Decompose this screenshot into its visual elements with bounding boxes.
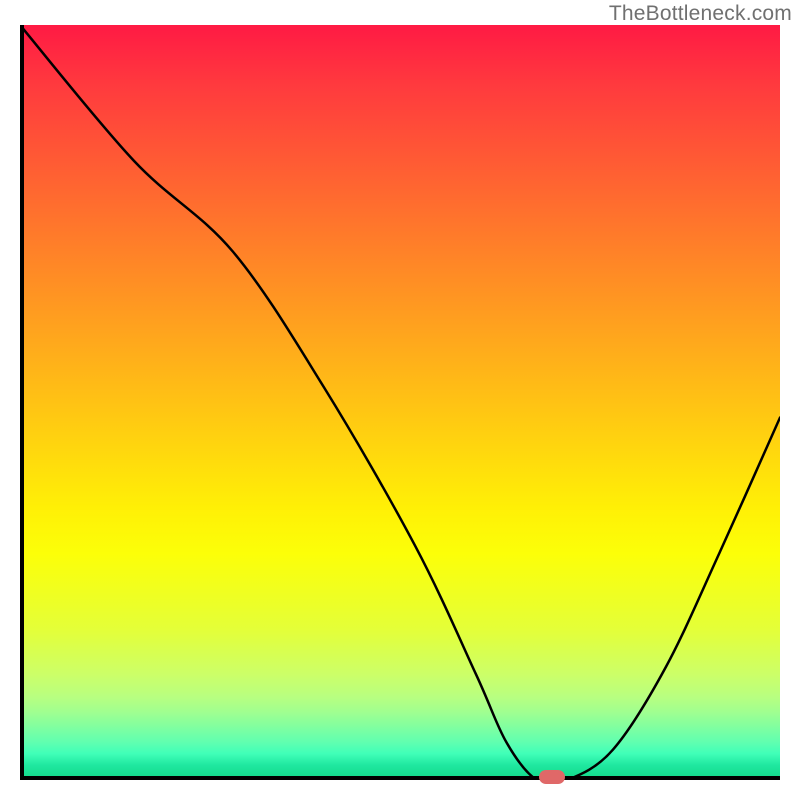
optimal-marker [539, 770, 565, 784]
chart-container: TheBottleneck.com [0, 0, 800, 800]
plot-area [20, 25, 780, 780]
y-axis [20, 25, 24, 780]
x-axis [20, 776, 780, 780]
watermark-text: TheBottleneck.com [609, 2, 792, 26]
bottleneck-curve [20, 25, 780, 780]
curve-layer [20, 25, 780, 780]
